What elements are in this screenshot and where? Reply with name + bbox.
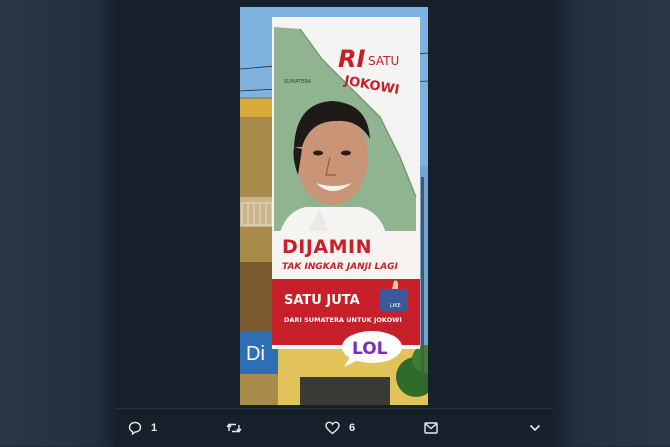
like-badge-text: LIKE [390,303,401,309]
reply-button[interactable]: 1 [128,419,157,437]
billboard-photo-art: Di SUMATERA RI SATU JOKOWI DIJAMIN TAK I… [240,7,428,405]
retweet-icon [226,423,242,433]
storefront-sign-text: Di [246,343,265,365]
chevron-down-icon [529,424,541,432]
retweet-button[interactable] [226,419,242,437]
tweet-action-bar: 1 6 [115,408,553,447]
tagline: DARI SUMATERA UNTUK JOKOWI [284,316,402,324]
envelope-icon [424,422,438,434]
billboard: SUMATERA RI SATU JOKOWI DIJAMIN TAK INGK… [272,17,420,349]
satu-juta: SATU JUTA [284,293,360,308]
heart-icon [325,421,340,435]
tweet-photo[interactable]: Di SUMATERA RI SATU JOKOWI DIJAMIN TAK I… [240,7,428,405]
more-options-button[interactable] [529,419,541,437]
headline: DIJAMIN [282,236,372,258]
reply-count: 1 [151,422,158,434]
like-button[interactable]: 6 [325,419,355,437]
brand-ri: RI [338,45,365,73]
reply-icon [128,421,142,435]
map-label: SUMATERA [284,79,312,85]
direct-message-button[interactable] [424,419,438,437]
like-count: 6 [349,422,356,434]
brand-satu: SATU [368,54,399,68]
lol-sticker-text: LOL [352,339,388,359]
subheadline: TAK INGKAR JANJI LAGI [282,262,399,272]
